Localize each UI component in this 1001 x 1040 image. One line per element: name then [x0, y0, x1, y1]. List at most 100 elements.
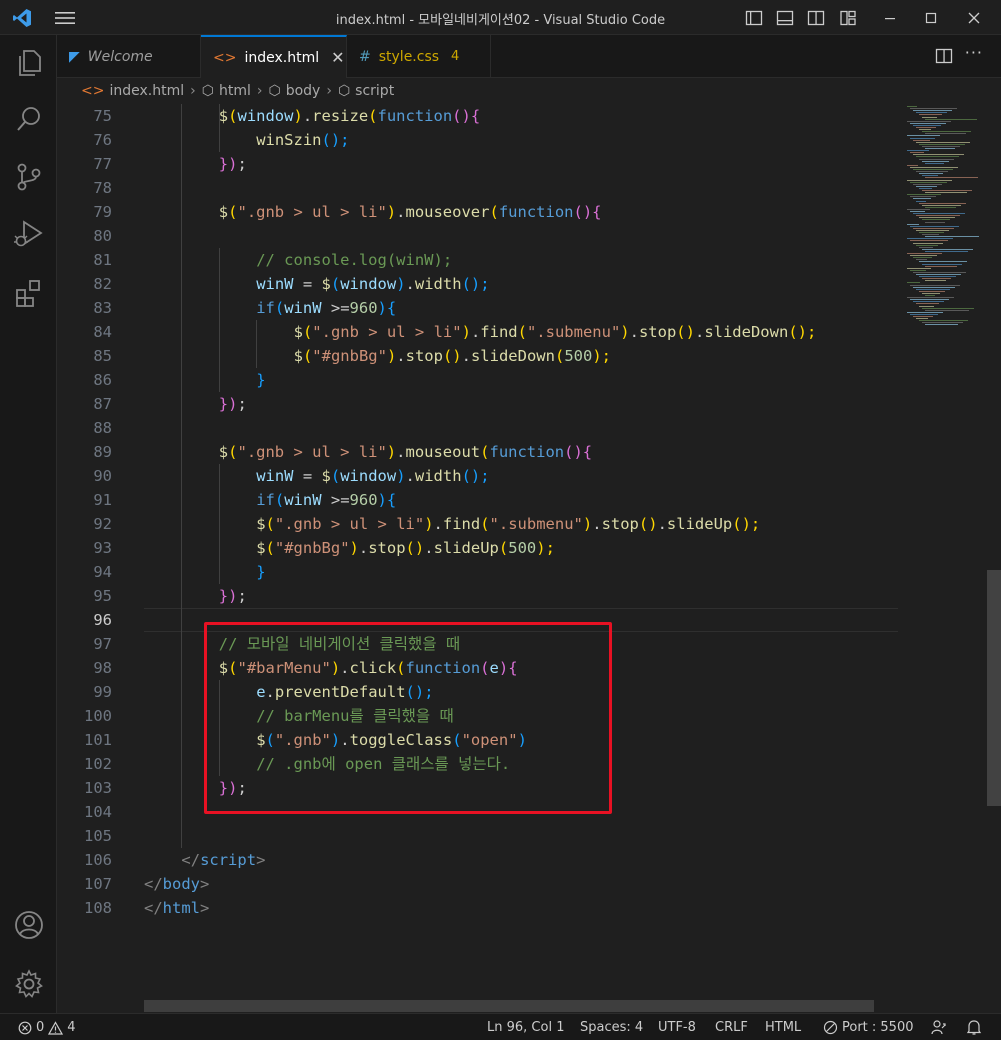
line-number: 96: [93, 611, 112, 629]
minimize-icon[interactable]: [880, 8, 900, 28]
live-server-port[interactable]: Port : 5500: [823, 1020, 914, 1035]
close-tab-icon[interactable]: ✕: [331, 48, 344, 67]
code-token: .: [629, 323, 639, 341]
tab-style-css[interactable]: # style.css 4: [347, 35, 491, 78]
code-line[interactable]: 79 $(".gnb > ul > li").mouseover(function…: [57, 200, 897, 224]
code-line[interactable]: 105: [57, 824, 897, 848]
explorer-icon[interactable]: [13, 47, 45, 79]
encoding[interactable]: UTF-8: [658, 1020, 696, 1035]
code-line[interactable]: 88: [57, 416, 897, 440]
code-token: $: [256, 539, 266, 557]
code-token: function: [489, 443, 565, 461]
indentation[interactable]: Spaces: 4: [580, 1020, 643, 1035]
code-token: (: [265, 539, 275, 557]
code-line[interactable]: 76 winSzin();: [57, 128, 897, 152]
toggle-secondary-sidebar-icon[interactable]: [806, 8, 826, 28]
minimap-line: [919, 217, 955, 219]
code-token: );: [592, 347, 611, 365]
minimap-line: [907, 223, 919, 225]
language-mode[interactable]: HTML: [765, 1020, 801, 1035]
line-number: 102: [84, 755, 112, 773]
breadcrumb-item[interactable]: index.html: [109, 83, 184, 99]
customize-layout-icon[interactable]: [838, 8, 858, 28]
line-number: 79: [93, 203, 112, 221]
code-line[interactable]: 82 winW = $(window).width();: [57, 272, 897, 296]
minimap-line: [913, 198, 931, 200]
code-line[interactable]: 93 $("#gnbBg").stop().slideUp(500);: [57, 536, 897, 560]
minimap-line: [922, 219, 950, 221]
code-line[interactable]: 80: [57, 224, 897, 248]
code-token: 960: [349, 299, 378, 317]
breadcrumb-item[interactable]: body: [286, 83, 321, 99]
minimap[interactable]: [899, 104, 989, 334]
code-token: }): [218, 395, 238, 413]
code-line[interactable]: 106 </script>: [57, 848, 897, 872]
minimap-line: [916, 215, 960, 217]
code-token: ): [620, 323, 630, 341]
code-token: ): [461, 323, 471, 341]
toggle-panel-icon[interactable]: [775, 8, 795, 28]
account-icon[interactable]: [13, 909, 45, 941]
highlight-annotation-box: [204, 622, 612, 814]
line-number: 100: [84, 707, 112, 725]
breadcrumb-item[interactable]: html: [219, 83, 251, 99]
close-window-icon[interactable]: [964, 8, 984, 28]
code-line[interactable]: 94}: [57, 560, 897, 584]
code-line[interactable]: 107 </body>: [57, 872, 897, 896]
code-line[interactable]: 84 $(".gnb > ul > li").find(".submenu").s…: [57, 320, 897, 344]
run-debug-icon[interactable]: [13, 217, 45, 249]
source-control-icon[interactable]: [13, 161, 45, 193]
tab-welcome[interactable]: ◤ Welcome: [57, 35, 201, 78]
code-line[interactable]: 77});: [57, 152, 897, 176]
problems-indicator[interactable]: 0 4: [18, 1020, 76, 1035]
breadcrumb-item[interactable]: script: [355, 83, 394, 99]
code-token: width: [414, 275, 462, 293]
bell-icon[interactable]: [966, 1019, 982, 1036]
code-token: =: [293, 467, 322, 485]
code-token: ): [396, 275, 406, 293]
more-actions-icon[interactable]: ···: [965, 43, 983, 62]
code-line[interactable]: 87});: [57, 392, 897, 416]
line-number: 105: [84, 827, 112, 845]
search-icon[interactable]: [13, 103, 45, 135]
line-number: 76: [93, 131, 112, 149]
scrollbar-thumb[interactable]: [987, 570, 1001, 806]
minimap-line: [907, 150, 929, 152]
code-token: >: [200, 875, 210, 893]
code-line[interactable]: 83 if(winW >=960){: [57, 296, 897, 320]
code-line[interactable]: 108 </html>: [57, 896, 897, 920]
code-line[interactable]: 81 // console.log(winW);: [57, 248, 897, 272]
code-token: (: [517, 323, 527, 341]
horizontal-scrollbar[interactable]: [144, 1000, 874, 1012]
tab-label: index.html: [244, 49, 320, 66]
code-line[interactable]: 90 winW = $(window).width();: [57, 464, 897, 488]
tab-index-html[interactable]: <> index.html ✕: [201, 35, 347, 78]
code-line[interactable]: 75 $(window).resize(function(){: [57, 104, 897, 128]
code-line[interactable]: 91 if(winW >=960){: [57, 488, 897, 512]
minimap-line: [910, 122, 946, 124]
code-line[interactable]: 89 $(".gnb > ul > li").mouseout(function(…: [57, 440, 897, 464]
minimap-line: [913, 124, 941, 126]
code-line[interactable]: 95});: [57, 584, 897, 608]
end-of-line[interactable]: CRLF: [715, 1020, 748, 1035]
menu-icon[interactable]: [54, 10, 76, 26]
maximize-icon[interactable]: [921, 8, 941, 28]
cursor-position[interactable]: Ln 96, Col 1: [487, 1020, 564, 1035]
vertical-scrollbar[interactable]: [987, 104, 1001, 1004]
code-token: (): [676, 323, 695, 341]
code-line[interactable]: 86}: [57, 368, 897, 392]
code-line[interactable]: 78: [57, 176, 897, 200]
split-editor-icon[interactable]: [935, 47, 953, 65]
code-token: slideUp: [666, 515, 733, 533]
code-line[interactable]: 85 $("#gnbBg").stop().slideDown(500);: [57, 344, 897, 368]
code-token: ): [582, 515, 593, 533]
code-token: find: [442, 515, 481, 533]
feedback-icon[interactable]: [930, 1019, 947, 1036]
toggle-primary-sidebar-icon[interactable]: [744, 8, 764, 28]
error-icon: [18, 1021, 32, 1034]
code-editor[interactable]: 75 $(window).resize(function(){76 winSzin(…: [57, 104, 1001, 1013]
extensions-icon[interactable]: [13, 277, 45, 309]
minimap-line: [916, 259, 927, 261]
code-line[interactable]: 92 $(".gnb > ul > li").find(".submenu").s…: [57, 512, 897, 536]
settings-gear-icon[interactable]: [13, 968, 45, 1000]
